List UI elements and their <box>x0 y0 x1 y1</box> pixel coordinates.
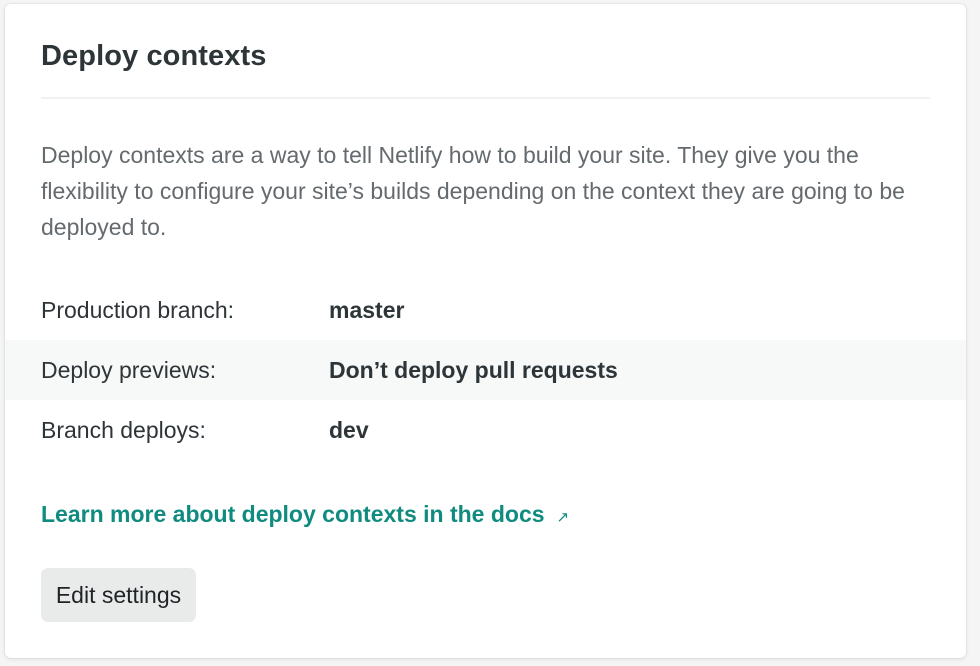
title-divider <box>41 97 930 99</box>
setting-row-deploy-previews: Deploy previews: Don’t deploy pull reque… <box>5 340 966 400</box>
setting-row-production-branch: Production branch: master <box>5 280 966 340</box>
docs-link[interactable]: Learn more about deploy contexts in the … <box>41 501 569 528</box>
card-title: Deploy contexts <box>41 40 267 72</box>
production-branch-value: master <box>329 296 405 323</box>
card-description: Deploy contexts are a way to tell Netlif… <box>41 142 905 240</box>
edit-settings-button[interactable]: Edit settings <box>41 568 196 622</box>
docs-link-text: Learn more about deploy contexts in the … <box>41 501 545 527</box>
branch-deploys-value: dev <box>329 416 369 443</box>
production-branch-label: Production branch: <box>41 296 235 323</box>
deploy-contexts-card: Deploy contexts Deploy contexts are a wa… <box>5 4 966 658</box>
external-link-icon: ↗ <box>556 508 570 526</box>
setting-row-branch-deploys: Branch deploys: dev <box>5 400 966 460</box>
deploy-previews-label: Deploy previews: <box>41 356 217 383</box>
branch-deploys-label: Branch deploys: <box>41 416 206 443</box>
deploy-previews-value: Don’t deploy pull requests <box>329 356 618 383</box>
